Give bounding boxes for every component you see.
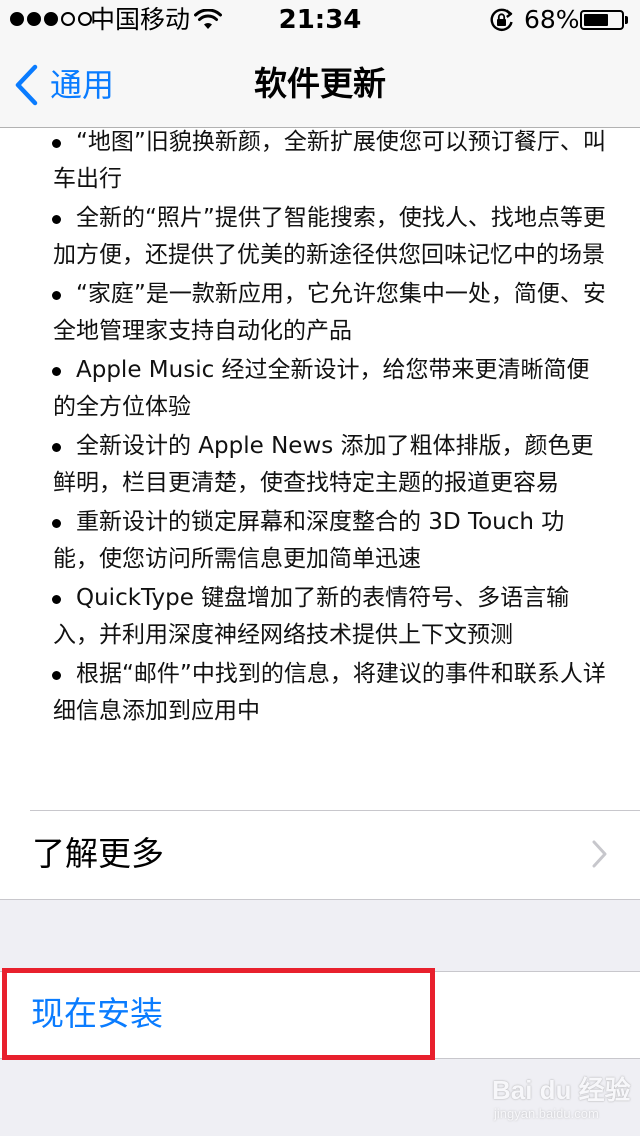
learn-more-row[interactable]: 了解更多 (0, 810, 640, 900)
release-note-item: “家庭”是一款新应用，它允许您集中一处，简便、安全地管理家支持自动化的产品 (0, 276, 640, 350)
release-notes: “地图”旧貌换新颜，全新扩展使您可以预订餐厅、叫车出行 全新的“照片”提供了智能… (0, 128, 640, 810)
navigation-bar: 通用 软件更新 (0, 40, 640, 128)
status-bar: 中国移动 21:34 68% (0, 0, 640, 40)
learn-more-label: 了解更多 (32, 834, 164, 873)
page-title: 软件更新 (254, 64, 386, 103)
battery-tip (625, 16, 628, 24)
release-note-item: 全新的“照片”提供了智能搜索，使找人、找地点等更加方便，还提供了优美的新途径供您… (0, 200, 640, 274)
watermark-url: jingyan.baidu.com (494, 1106, 599, 1121)
row-divider (30, 810, 640, 811)
annotation-highlight-box (2, 968, 435, 1060)
release-note-item: 根据“邮件”中找到的信息，将建议的事件和联系人详细信息添加到应用中 (0, 656, 640, 730)
battery-level-fill (584, 14, 608, 26)
release-note-item: “地图”旧貌换新颜，全新扩展使您可以预订餐厅、叫车出行 (0, 128, 640, 198)
battery-percentage: 68% (524, 5, 580, 34)
watermark-logo-text: Bai du 经验 (492, 1075, 631, 1105)
chevron-right-icon (592, 840, 607, 868)
battery-icon (580, 10, 624, 30)
release-note-item: 全新设计的 Apple News 添加了粗体排版，颜色更鲜明，栏目更清楚，使查找… (0, 428, 640, 502)
rotation-lock-icon (490, 8, 513, 31)
release-note-item: 重新设计的锁定屏幕和深度整合的 3D Touch 功能，使您访问所需信息更加简单… (0, 504, 640, 578)
release-notes-list: “地图”旧貌换新颜，全新扩展使您可以预订餐厅、叫车出行 全新的“照片”提供了智能… (0, 128, 640, 730)
release-note-item: Apple Music 经过全新设计，给您带来更清晰简便的全方位体验 (0, 352, 640, 426)
baidu-watermark: Bai du 经验 jingyan.baidu.com (492, 1066, 631, 1126)
release-note-item: QuickType 键盘增加了新的表情符号、多语言输入，并利用深度神经网络技术提… (0, 580, 640, 654)
